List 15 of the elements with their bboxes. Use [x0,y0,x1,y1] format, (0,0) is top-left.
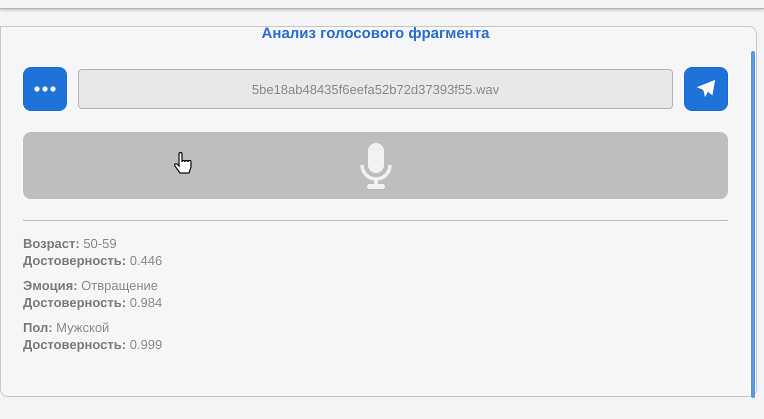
result-line: Пол: Мужской [23,319,110,336]
result-line: Возраст: 50-59 [23,235,118,252]
send-icon [695,78,717,100]
file-field[interactable]: 5be18ab48435f6eefa52b72d37393f55.wav [78,69,673,109]
result-line: Достоверность: 0.984 [23,294,164,311]
send-button[interactable] [684,67,728,111]
more-icon [34,86,56,92]
more-button[interactable] [23,67,67,111]
microphone-icon [358,142,392,188]
result-line: Достоверность: 0.999 [23,336,164,353]
hand-cursor-icon [173,152,193,176]
result-line: Достоверность: 0.446 [23,252,164,269]
card-title: Анализ голосового фрагмента [260,27,490,44]
scrollbar[interactable] [751,51,755,398]
result-line: Эмоция: Отвращение [23,277,160,294]
